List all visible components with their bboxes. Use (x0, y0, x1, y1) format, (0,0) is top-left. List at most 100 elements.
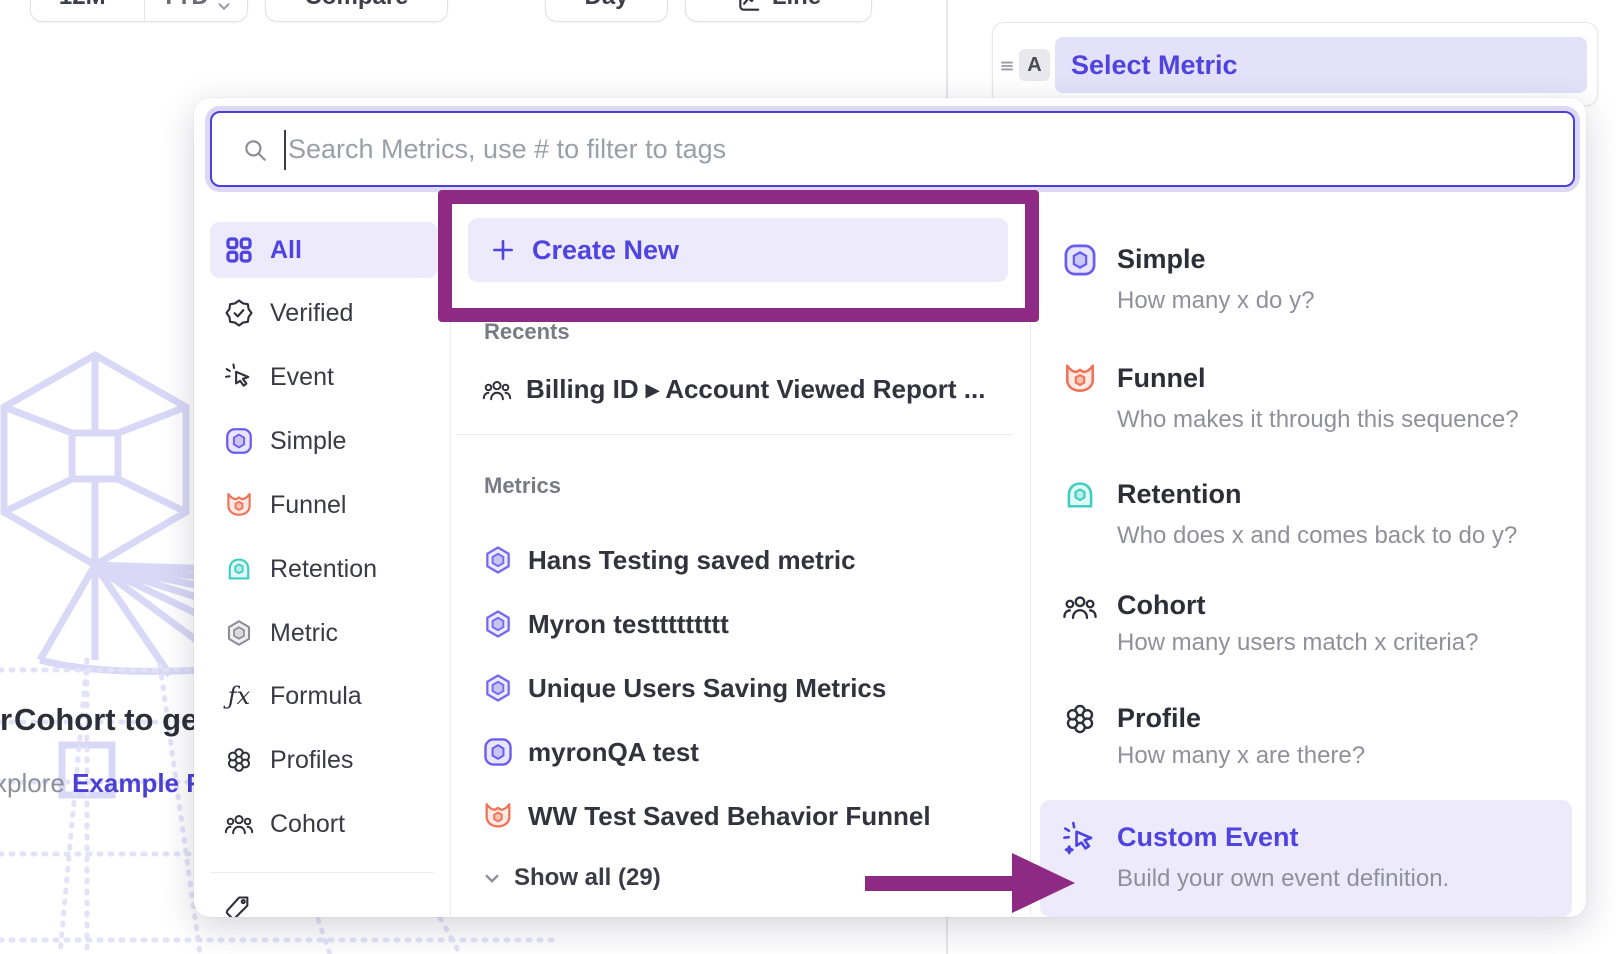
metric-name: WW Test Saved Behavior Funnel (528, 801, 931, 832)
event-cursor-icon (224, 362, 254, 392)
metric-hexagon-icon (224, 618, 254, 648)
type-title: Custom Event (1117, 822, 1299, 853)
metric-list-item[interactable]: Hans Testing saved metric (482, 542, 856, 578)
query-builder-card: A Select Metric (992, 22, 1598, 106)
sidebar-label: Metric (270, 619, 338, 648)
line-chart-icon (736, 0, 762, 14)
metric-name: Hans Testing saved metric (528, 545, 856, 576)
sidebar-label: Verified (270, 299, 353, 328)
profiles-flower-icon (224, 745, 254, 775)
saved-metric-icon (482, 608, 514, 640)
type-desc: How many x do y? (1117, 287, 1314, 315)
annotation-highlight-box (438, 190, 1039, 322)
search-input[interactable] (288, 115, 1558, 183)
sidebar-item-event[interactable]: Event (210, 349, 438, 405)
background-heading: Cohort to ge (14, 702, 198, 738)
date-range-12m-label: 12M (59, 0, 106, 11)
sidebar-divider (210, 872, 434, 873)
type-desc: Who does x and comes back to do y? (1117, 522, 1517, 550)
cohort-people-icon (482, 377, 512, 403)
sidebar-label: Formula (270, 682, 362, 711)
recent-item-label: Billing ID ▸ Account Viewed Report ... (526, 374, 985, 405)
select-metric-button[interactable]: Select Metric (1055, 37, 1587, 93)
chart-type-line-button[interactable]: Line (685, 0, 872, 22)
metric-name: Unique Users Saving Metrics (528, 673, 886, 704)
funnel-icon (224, 490, 254, 520)
type-desc: How many users match x criteria? (1117, 629, 1478, 657)
grid-icon (224, 235, 254, 265)
type-title: Retention (1117, 479, 1242, 510)
sidebar-item-retention[interactable]: Retention (210, 541, 438, 597)
profiles-flower-icon (1062, 701, 1098, 737)
sidebar-label: Simple (270, 427, 346, 456)
compare-button[interactable]: Compare (265, 0, 448, 22)
recent-item[interactable]: Billing ID ▸ Account Viewed Report ... (482, 374, 985, 405)
saved-metric-icon (482, 544, 514, 576)
sidebar-label: Event (270, 363, 334, 392)
chevron-down-icon (217, 2, 231, 11)
granularity-label: Day (584, 0, 628, 11)
sidebar-label: Funnel (270, 491, 346, 520)
metric-name: myronQA test (528, 737, 699, 768)
metric-list-item[interactable]: Unique Users Saving Metrics (482, 670, 886, 706)
type-title: Simple (1117, 244, 1206, 275)
type-desc: How many x are there? (1117, 742, 1365, 770)
recents-metrics-divider (456, 434, 1012, 435)
text-caret (284, 130, 286, 170)
show-all-label: Show all (29) (514, 864, 661, 892)
custom-event-highlight (1040, 800, 1572, 917)
simple-metric-icon (1062, 242, 1098, 278)
sidebar-label: Retention (270, 555, 377, 584)
granularity-day-button[interactable]: Day (545, 0, 668, 22)
sidebar-item-cohort[interactable]: Cohort (210, 796, 438, 852)
background-heading-fragment: r (0, 702, 12, 738)
date-range-control[interactable]: 12M YTD (30, 0, 248, 22)
sidebar-item-verified[interactable]: Verified (210, 285, 438, 341)
date-range-ytd-label: YTD (161, 0, 209, 11)
sidebar-item-profiles[interactable]: Profiles (210, 732, 438, 788)
retention-icon (224, 554, 254, 584)
sidebar-item-all[interactable]: All (210, 222, 438, 278)
cohort-people-icon (224, 809, 254, 839)
search-icon (242, 137, 268, 163)
background-link-line: xplore Example R (0, 768, 205, 799)
sidebar-item-simple[interactable]: Simple (210, 413, 438, 469)
funnel-icon (1062, 361, 1098, 397)
chevron-down-icon (484, 873, 500, 884)
recents-section-label: Recents (484, 319, 570, 345)
select-metric-label: Select Metric (1071, 50, 1238, 81)
metric-row-letter-badge: A (1019, 49, 1050, 81)
chart-type-label: Line (772, 0, 821, 11)
formula-fx-icon: ƒx (224, 681, 254, 711)
sidebar-label: Cohort (270, 810, 345, 839)
simple-metric-icon (482, 736, 514, 768)
sidebar-item-funnel[interactable]: Funnel (210, 477, 438, 533)
funnel-icon (482, 800, 514, 832)
tag-icon[interactable] (224, 894, 252, 917)
date-range-ytd-button[interactable]: YTD (144, 0, 248, 21)
example-report-link[interactable]: Example R (72, 768, 205, 798)
metric-list-item[interactable]: WW Test Saved Behavior Funnel (482, 798, 931, 834)
metrics-section-label: Metrics (484, 473, 561, 499)
simple-metric-icon (224, 426, 254, 456)
sidebar-label: Profiles (270, 746, 353, 775)
type-title: Cohort (1117, 590, 1205, 621)
search-field[interactable] (210, 111, 1575, 187)
cohort-people-icon (1062, 592, 1098, 628)
screen: { "toolbar": { "range_12m": "12M", "rang… (0, 0, 1616, 954)
sidebar-item-formula[interactable]: ƒx Formula (210, 668, 438, 724)
show-all-toggle[interactable]: Show all (29) (484, 864, 661, 892)
sidebar-item-metric[interactable]: Metric (210, 605, 438, 661)
type-desc: Who makes it through this sequence? (1117, 406, 1519, 434)
verified-badge-icon (224, 298, 254, 328)
metric-list-item[interactable]: Myron testtttttttt (482, 606, 729, 642)
date-range-12m-button[interactable]: 12M (31, 0, 134, 21)
annotation-arrow (860, 845, 1080, 920)
drag-handle-icon[interactable] (999, 59, 1015, 73)
compare-label: Compare (304, 0, 408, 11)
saved-metric-icon (482, 672, 514, 704)
type-title: Funnel (1117, 363, 1206, 394)
type-title: Profile (1117, 703, 1201, 734)
metric-list-item[interactable]: myronQA test (482, 734, 699, 770)
retention-icon (1062, 477, 1098, 513)
